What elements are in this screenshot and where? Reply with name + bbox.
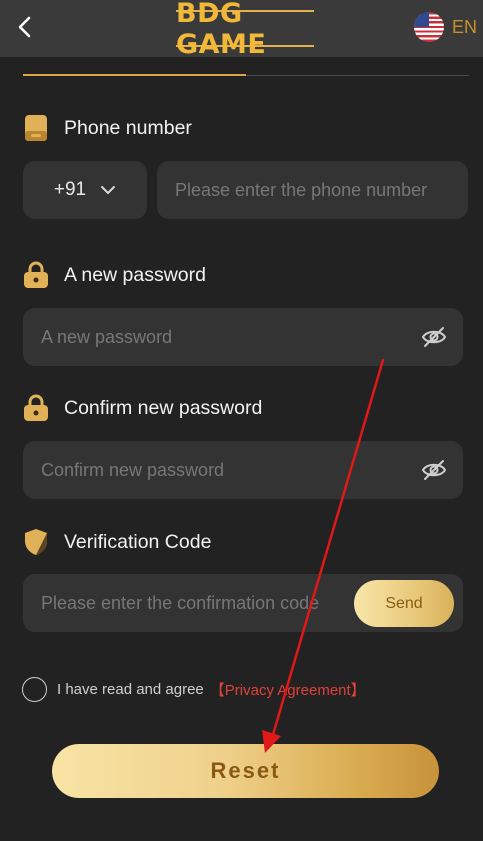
agree-text: I have read and agree — [57, 680, 204, 698]
new-password-label: A new password — [23, 260, 206, 290]
verification-code-input[interactable]: Please enter the confirmation code Send — [23, 574, 463, 632]
confirm-password-input[interactable]: Confirm new password — [23, 441, 463, 499]
phone-number-label: Phone number — [23, 113, 192, 143]
new-password-label-text: A new password — [64, 263, 206, 286]
top-header: BDG GAME EN — [0, 0, 483, 60]
country-code-value: +91 — [53, 179, 87, 200]
country-code-select[interactable]: +91 — [23, 161, 147, 219]
phone-number-label-text: Phone number — [64, 116, 192, 139]
lock-icon — [23, 261, 49, 289]
privacy-agreement-link[interactable]: 【Privacy Agreement】 — [210, 679, 366, 700]
eye-off-icon[interactable] — [421, 325, 447, 349]
eye-off-icon[interactable] — [421, 458, 447, 482]
confirm-password-placeholder: Confirm new password — [41, 459, 225, 480]
verification-code-label-text: Verification Code — [64, 530, 212, 553]
privacy-agreement-row: I have read and agree 【Privacy Agreement… — [22, 676, 366, 702]
agree-checkbox[interactable] — [22, 676, 47, 702]
back-button[interactable] — [10, 12, 40, 42]
new-password-placeholder: A new password — [41, 326, 173, 347]
verification-code-label: Verification Code — [23, 527, 211, 557]
phone-icon — [23, 114, 49, 142]
confirm-password-label-text: Confirm new password — [64, 396, 263, 419]
send-code-button[interactable]: Send — [354, 580, 454, 627]
us-flag-icon — [414, 12, 444, 42]
tab-bar — [23, 57, 469, 76]
reset-button[interactable]: Reset — [52, 744, 439, 798]
chevron-down-icon — [100, 185, 116, 195]
shield-icon — [23, 528, 49, 556]
bdg-game-logo: BDG GAME — [176, 0, 314, 60]
verification-code-placeholder: Please enter the confirmation code — [41, 592, 320, 613]
confirm-password-label: Confirm new password — [23, 393, 262, 423]
chevron-left-icon — [18, 16, 31, 38]
active-tab-indicator — [23, 74, 246, 76]
phone-number-input[interactable]: Please enter the phone number — [157, 161, 468, 219]
lock-icon — [23, 394, 49, 422]
new-password-input[interactable]: A new password — [23, 308, 463, 366]
phone-number-placeholder: Please enter the phone number — [175, 179, 428, 200]
language-selector[interactable]: EN — [414, 12, 482, 42]
language-label: EN — [452, 16, 478, 37]
